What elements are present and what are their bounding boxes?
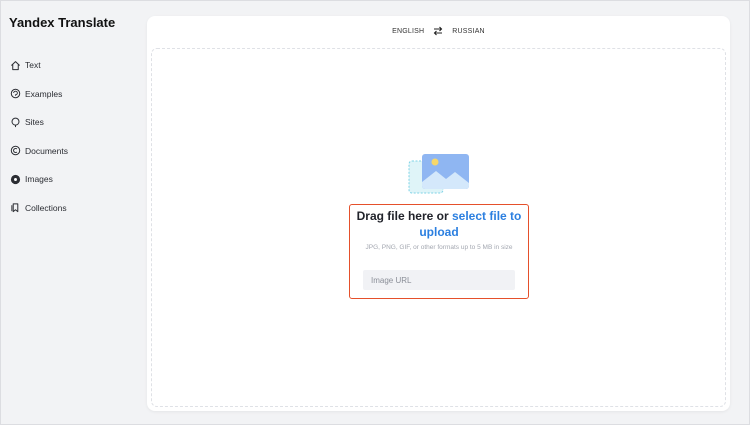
swap-icon[interactable] [433,26,443,36]
target-language-button[interactable]: RUSSIAN [452,28,485,35]
source-language-button[interactable]: ENGLISH [392,28,424,35]
sidebar-item-collections[interactable]: Collections [9,194,139,223]
image-url-input[interactable] [363,270,515,290]
sidebar-item-documents[interactable]: Documents [9,137,139,166]
sidebar-item-images[interactable]: Images [9,165,139,194]
collections-icon [9,202,21,214]
sidebar-item-label: Sites [25,117,44,128]
app-title: Yandex Translate [9,15,116,30]
upload-panel: Drag file here or select file to upload … [349,204,529,299]
sidebar-item-examples[interactable]: Examples [9,80,139,109]
documents-icon [9,145,21,157]
sidebar-item-label: Collections [25,202,67,213]
sidebar-item-label: Documents [25,145,68,156]
sites-icon [9,116,21,128]
home-icon [9,59,21,71]
upload-headline-text: Drag file here or [356,209,449,223]
sidebar-item-label: Images [25,174,53,185]
sidebar-item-sites[interactable]: Sites [9,108,139,137]
sidebar-item-text[interactable]: Text [9,51,139,80]
sidebar: Text Examples Sites Documents Images Col… [9,51,139,222]
image-upload-icon [408,154,469,194]
upload-hint: JPG, PNG, GIF, or other formats up to 5 … [365,244,513,251]
images-icon [9,173,21,185]
sidebar-item-label: Text [25,60,41,71]
image-translate-panel: ENGLISH RUSSIAN Drag file here or select… [147,16,730,411]
language-bar: ENGLISH RUSSIAN [147,24,730,38]
upload-headline: Drag file here or select file to upload [350,208,528,240]
examples-icon [9,88,21,100]
sidebar-item-label: Examples [25,88,63,99]
